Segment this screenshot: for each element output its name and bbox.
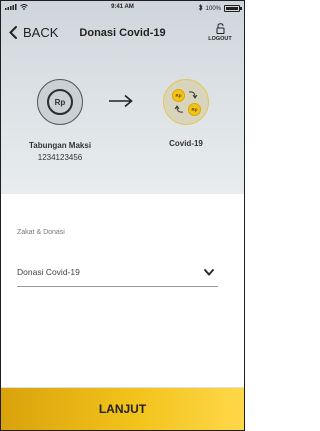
donation-exchange-icon: Rp Rp — [163, 79, 209, 125]
account-icon: Rp — [37, 79, 83, 125]
phone-screen: 9:41 AM 100% BACK Donasi Covid-19 LOGOUT… — [0, 0, 245, 431]
field-label: Zakat & Donasi — [17, 229, 65, 236]
destination-donation: Rp Rp Covid-19 — [151, 79, 221, 148]
destination-label: Covid-19 — [169, 139, 203, 148]
account-name: Tabungan Maksi — [28, 141, 92, 150]
logout-button[interactable]: LOGOUT — [206, 23, 234, 42]
donation-select[interactable]: Donasi Covid-19 — [17, 260, 218, 287]
continue-label: LANJUT — [98, 402, 147, 416]
donation-form: Zakat & Donasi Donasi Covid-19 — [1, 194, 244, 388]
account-number: 1234123456 — [37, 153, 83, 162]
status-right: 100% — [198, 4, 242, 13]
arrow-right-icon — [109, 94, 133, 108]
rupiah-icon: Rp — [47, 89, 73, 115]
select-value: Donasi Covid-19 — [17, 267, 80, 277]
transfer-summary-panel: 9:41 AM 100% BACK Donasi Covid-19 LOGOUT… — [1, 1, 244, 194]
bluetooth-icon — [198, 4, 203, 13]
logout-label: LOGOUT — [208, 36, 232, 42]
battery-icon — [224, 5, 242, 12]
chevron-down-icon — [204, 269, 214, 276]
lock-icon — [216, 23, 224, 34]
header: BACK Donasi Covid-19 LOGOUT — [1, 19, 244, 49]
continue-button[interactable]: LANJUT — [1, 388, 244, 430]
exchange-arrows-icon — [174, 91, 198, 113]
status-bar: 9:41 AM 100% — [1, 1, 244, 15]
source-account: Rp Tabungan Maksi 1234123456 — [25, 79, 95, 162]
battery-percent: 100% — [205, 5, 221, 12]
